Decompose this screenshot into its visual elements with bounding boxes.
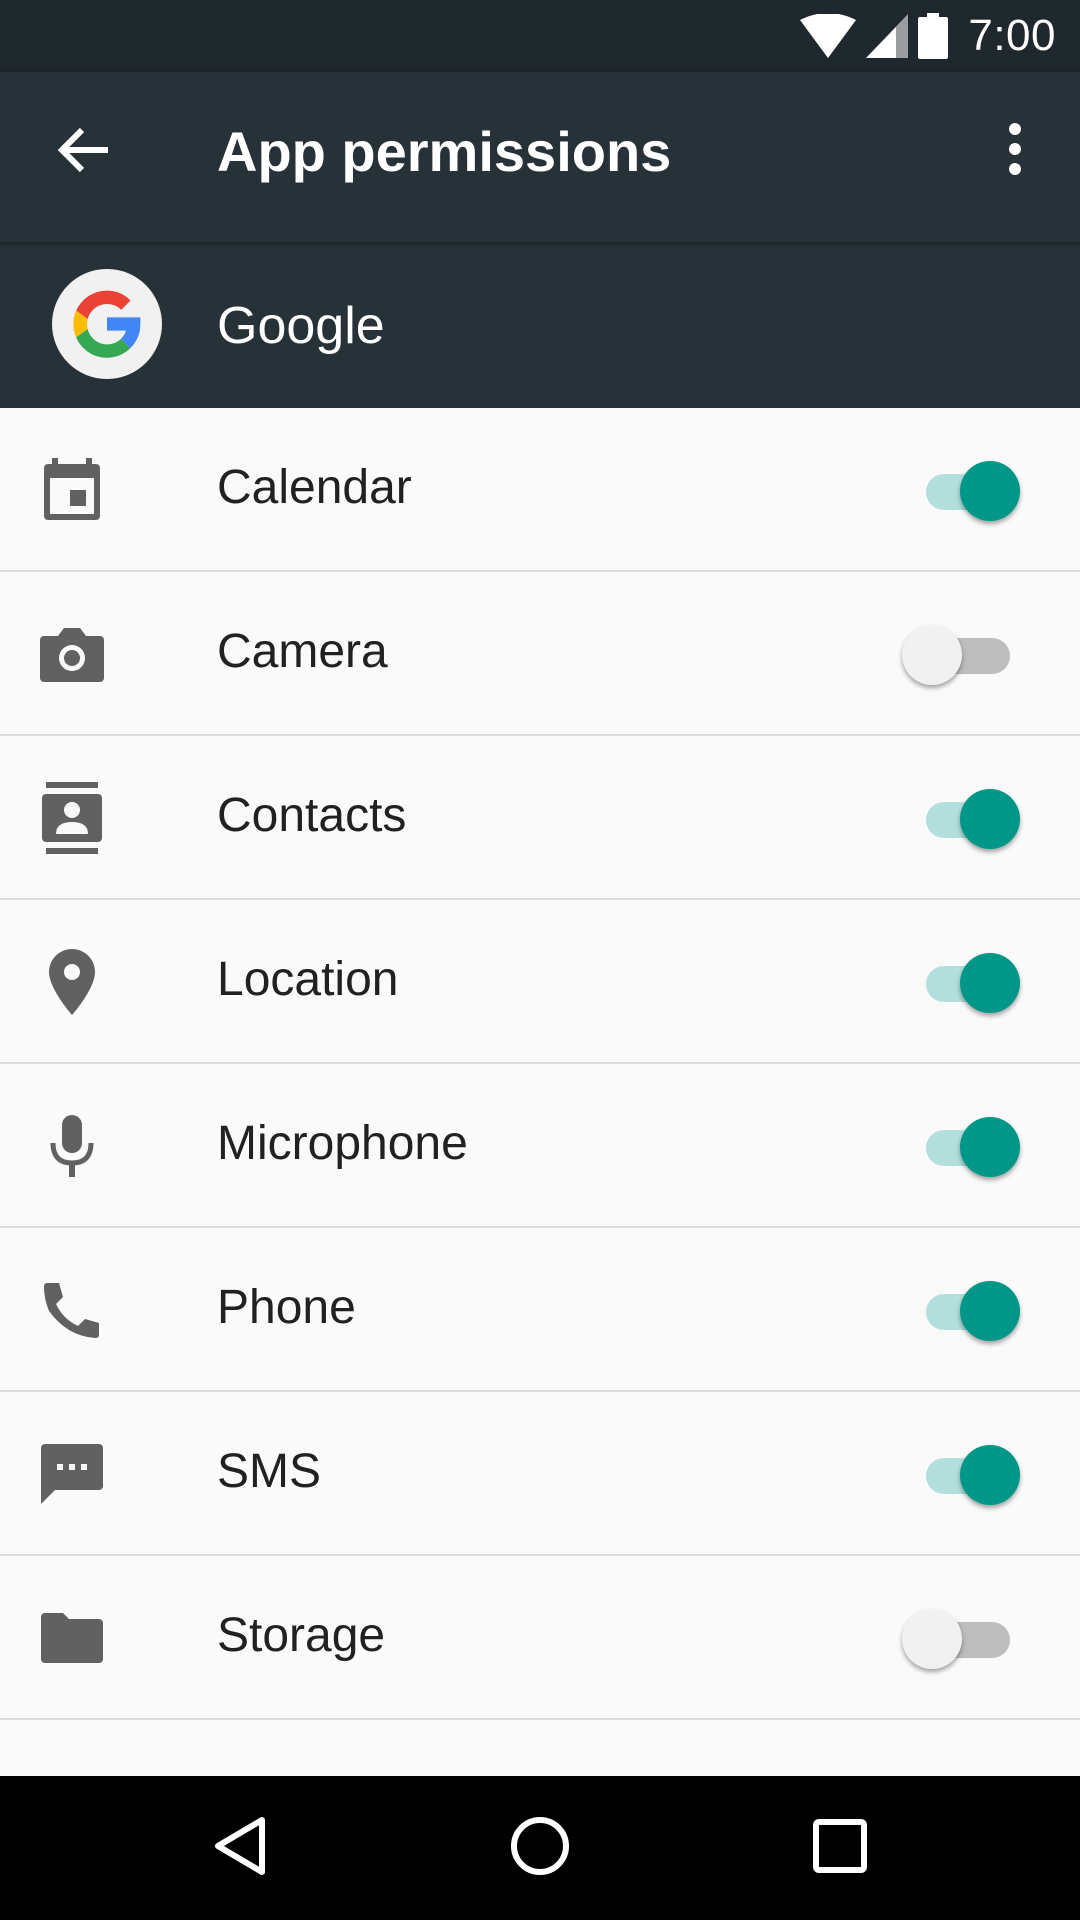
- permission-label: Phone: [217, 1281, 356, 1334]
- sms-icon: [36, 1438, 108, 1510]
- permission-row-microphone[interactable]: Microphone: [0, 1064, 1080, 1228]
- permission-list: Calendar Camera Contacts Location Microp…: [0, 408, 1080, 1720]
- permission-row-contacts[interactable]: Contacts: [0, 736, 1080, 900]
- nav-recents-button[interactable]: [800, 1808, 880, 1888]
- recents-square-icon: [813, 1818, 867, 1878]
- list-item: [0, 1720, 1080, 1776]
- folder-icon: [36, 1602, 108, 1674]
- permission-toggle[interactable]: [918, 953, 1030, 1013]
- battery-icon: [918, 13, 949, 59]
- microphone-icon: [36, 1110, 108, 1182]
- home-circle-icon: [510, 1816, 570, 1881]
- permission-label: Storage: [217, 1609, 386, 1662]
- app-header: Google: [0, 242, 1080, 408]
- permission-label: Camera: [217, 625, 388, 678]
- overflow-menu-button[interactable]: [985, 108, 1045, 194]
- permission-label: SMS: [217, 1445, 322, 1498]
- permission-toggle[interactable]: [918, 1281, 1030, 1341]
- more-vert-icon: [1007, 122, 1023, 180]
- permission-label: Location: [217, 953, 399, 1006]
- cell-signal-icon: [866, 14, 909, 58]
- permission-toggle[interactable]: [918, 789, 1030, 849]
- permission-row-location[interactable]: Location: [0, 900, 1080, 1064]
- permission-label: Calendar: [217, 461, 412, 514]
- calendar-icon: [36, 454, 108, 526]
- permission-row-sms[interactable]: SMS: [0, 1392, 1080, 1556]
- camera-icon: [36, 618, 108, 690]
- location-pin-icon: [36, 946, 108, 1018]
- system-nav-bar: [0, 1776, 1080, 1920]
- permission-toggle[interactable]: [918, 1117, 1030, 1177]
- permission-row-storage[interactable]: Storage: [0, 1556, 1080, 1720]
- page-title: App permissions: [217, 120, 672, 183]
- permission-row-calendar[interactable]: Calendar: [0, 408, 1080, 572]
- permission-toggle[interactable]: [918, 461, 1030, 521]
- phone-icon: [36, 1274, 108, 1346]
- permission-row-phone[interactable]: Phone: [0, 1228, 1080, 1392]
- status-bar: 7:00: [0, 0, 1080, 72]
- permission-toggle[interactable]: [918, 1445, 1030, 1505]
- permission-label: Microphone: [217, 1117, 468, 1170]
- back-triangle-icon: [212, 1816, 268, 1881]
- nav-back-button[interactable]: [200, 1808, 280, 1888]
- app-bar: App permissions: [0, 72, 1080, 242]
- permission-toggle[interactable]: [902, 1609, 1030, 1669]
- arrow-back-icon: [56, 126, 112, 179]
- nav-home-button[interactable]: [500, 1808, 580, 1888]
- contacts-icon: [36, 782, 108, 854]
- permission-row-camera[interactable]: Camera: [0, 572, 1080, 736]
- permission-label: Contacts: [217, 789, 407, 842]
- wifi-icon: [800, 14, 857, 58]
- status-clock: 7:00: [968, 11, 1056, 60]
- app-name: Google: [217, 297, 385, 355]
- back-button[interactable]: [44, 112, 124, 192]
- google-logo: [52, 269, 162, 379]
- permission-toggle[interactable]: [902, 625, 1030, 685]
